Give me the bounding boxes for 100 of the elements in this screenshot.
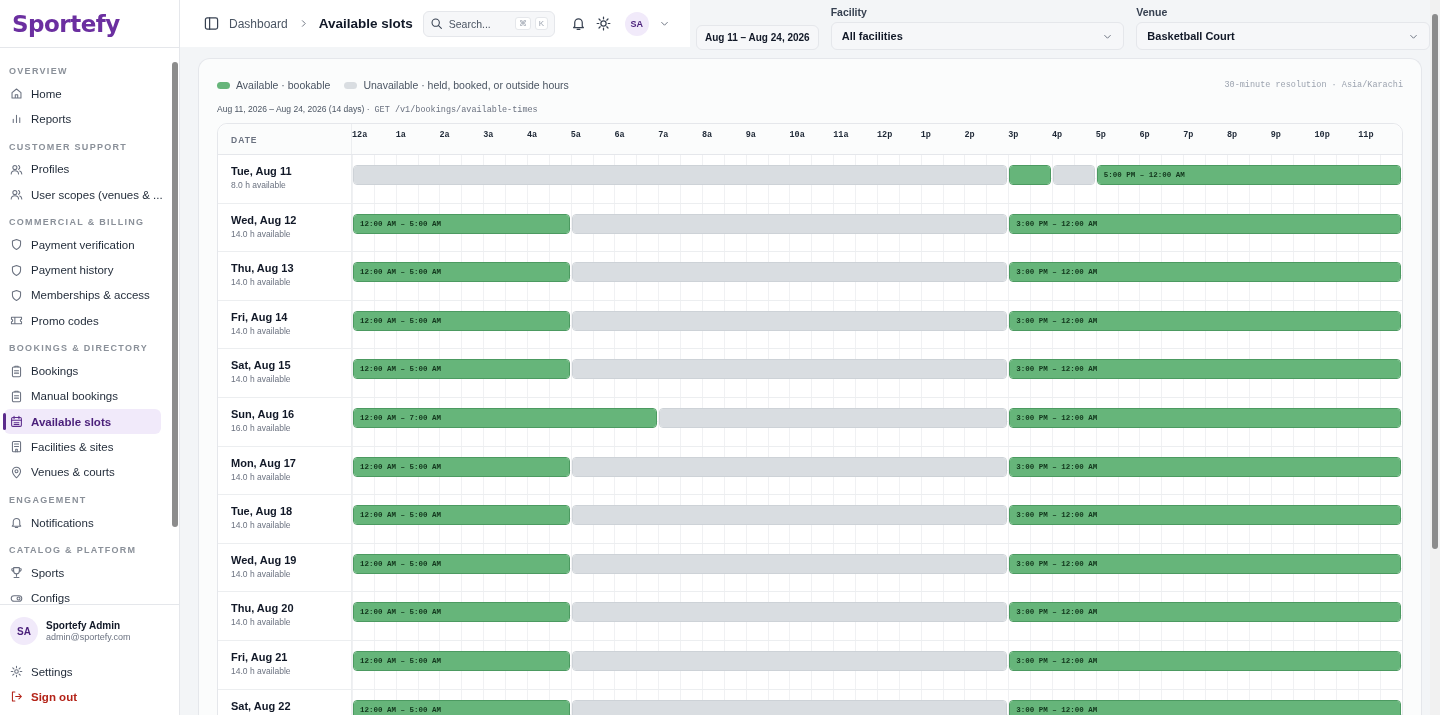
brand-logo[interactable]: Sportefy xyxy=(12,10,120,37)
sidebar-item[interactable]: Available slots xyxy=(4,408,161,435)
row-date: Fri, Aug 21 xyxy=(231,650,289,663)
sign-out-icon xyxy=(10,690,23,703)
hour-label: 1p xyxy=(920,129,932,142)
nav-section-heading: CUSTOMER SUPPORT xyxy=(8,140,129,154)
hour-label: 12p xyxy=(877,129,894,142)
users-icon xyxy=(10,188,23,202)
user-email: admin@sportefy.com xyxy=(46,632,131,642)
available-hours: 14.0 h available xyxy=(231,568,292,579)
available-hours: 16.0 h available xyxy=(231,422,292,433)
sidebar-item[interactable]: Reports xyxy=(4,106,161,132)
available-hours: 14.0 h available xyxy=(231,277,292,288)
sidebar-item[interactable]: Payment verification xyxy=(4,232,161,258)
hour-label: 7p xyxy=(1183,129,1195,142)
hour-label: 3p xyxy=(1008,129,1020,142)
hour-label: 10a xyxy=(789,129,806,142)
row-date: Wed, Aug 12 xyxy=(231,213,298,226)
sidebar-item[interactable]: User scopes (venues & ... xyxy=(4,181,161,208)
row-date: Mon, Aug 17 xyxy=(231,456,297,469)
settings-link[interactable]: Settings xyxy=(10,659,179,684)
search-input[interactable]: Search... xyxy=(446,17,511,30)
hour-label: 11a xyxy=(833,129,850,142)
sidebar-item[interactable]: Venues & courts xyxy=(4,459,161,485)
breadcrumb-link[interactable]: Dashboard xyxy=(229,16,288,31)
hour-label: 2a xyxy=(439,129,451,142)
search-icon xyxy=(429,17,443,30)
available-hours: 14.0 h available xyxy=(231,665,292,676)
row-date: Fri, Aug 14 xyxy=(231,310,289,323)
hour-label: 6a xyxy=(614,129,626,142)
sidebar-item[interactable]: Configs xyxy=(4,585,161,604)
available-hours: 14.0 h available xyxy=(231,471,292,482)
page-title: Available slots xyxy=(318,16,413,31)
clipboard-icon xyxy=(10,364,23,378)
shield-icon xyxy=(10,288,23,302)
api-endpoint: GET /v1/bookings/available-times xyxy=(374,105,538,115)
hour-label: 9a xyxy=(745,129,757,142)
hour-label: 9p xyxy=(1270,129,1282,142)
settings-icon xyxy=(10,665,23,678)
sidebar-item[interactable]: Home xyxy=(4,81,161,107)
date-range-summary: Aug 11, 2026 – Aug 24, 2026 (14 days) · xyxy=(217,104,370,114)
sidebar-item[interactable]: Manual bookings xyxy=(4,383,161,409)
venue-select[interactable]: Basketball Court xyxy=(1136,22,1430,50)
hour-label: 4p xyxy=(1052,129,1064,142)
row-date: Tue, Aug 18 xyxy=(231,505,294,518)
sidebar-item[interactable]: Facilities & sites xyxy=(4,434,161,460)
sidebar-toggle-icon[interactable] xyxy=(204,16,219,31)
available-hours: 14.0 h available xyxy=(231,228,292,239)
nav-section-heading: BOOKINGS & DIRECTORY xyxy=(8,342,149,356)
legend-swatch xyxy=(217,81,230,89)
sidebar-item[interactable]: Bookings xyxy=(4,358,161,384)
clipboard-icon xyxy=(10,389,23,403)
available-hours: 14.0 h available xyxy=(231,325,292,336)
row-date: Wed, Aug 19 xyxy=(231,553,298,566)
trophy-icon xyxy=(10,566,23,580)
available-hours: 8.0 h available xyxy=(231,180,287,190)
sidebar-item[interactable]: Notifications xyxy=(4,509,161,536)
keyboard-key: ⌘ xyxy=(514,17,531,30)
row-date: Thu, Aug 20 xyxy=(231,602,295,615)
field-label: Venue xyxy=(1136,6,1169,18)
hour-label: 8p xyxy=(1227,129,1239,142)
sidebar-item[interactable]: Memberships & access xyxy=(4,282,161,309)
nav-section-heading: CATALOG & PLATFORM xyxy=(8,544,138,558)
user-avatar[interactable]: SA xyxy=(624,11,649,36)
date-range-field[interactable]: Aug 11 – Aug 24, 2026 xyxy=(696,25,819,50)
hour-label: 1a xyxy=(395,129,407,142)
sidebar-item[interactable]: Sports xyxy=(4,560,161,586)
sun-icon[interactable] xyxy=(595,16,611,31)
calendar-icon xyxy=(10,415,23,429)
nav-section-heading: ENGAGEMENT xyxy=(8,493,88,507)
keyboard-key: K xyxy=(534,17,549,30)
available-slot[interactable] xyxy=(1009,165,1051,185)
hour-label: 3a xyxy=(483,129,495,142)
legend-label: Unavailable · held, booked, or outside hours xyxy=(363,79,569,91)
hour-label: 6p xyxy=(1139,129,1151,142)
available-hours: 14.0 h available xyxy=(231,617,292,628)
home-icon xyxy=(10,87,23,101)
row-date: Tue, Aug 11 xyxy=(231,165,293,177)
user-name: Sportefy Admin xyxy=(46,620,122,631)
hour-label: 7a xyxy=(658,129,670,142)
row-date: Sat, Aug 15 xyxy=(231,359,292,372)
scrollbar[interactable] xyxy=(1430,0,1440,715)
facility-select[interactable]: All facilities xyxy=(830,22,1125,50)
hour-label: 5p xyxy=(1095,129,1107,142)
sidebar-item[interactable]: Promo codes xyxy=(4,308,161,334)
notifications-icon[interactable] xyxy=(570,16,586,31)
unavailable-block xyxy=(1053,165,1095,185)
user-avatar: SA xyxy=(10,617,38,645)
sign-out-link[interactable]: Sign out xyxy=(10,684,179,709)
legend-label: Available · bookable xyxy=(236,79,331,91)
available-hours: 14.0 h available xyxy=(231,374,292,385)
column-header: DATE xyxy=(218,124,352,154)
row-date: Sun, Aug 16 xyxy=(231,407,296,420)
pin-icon xyxy=(10,465,23,479)
hour-label: 11p xyxy=(1358,129,1375,142)
sidebar-item[interactable]: Profiles xyxy=(4,156,161,182)
chart-icon xyxy=(10,112,23,126)
resolution-note: 30-minute resolution · Asia/Karachi xyxy=(1224,80,1403,90)
building-icon xyxy=(10,440,23,454)
sidebar-item[interactable]: Payment history xyxy=(4,257,161,283)
